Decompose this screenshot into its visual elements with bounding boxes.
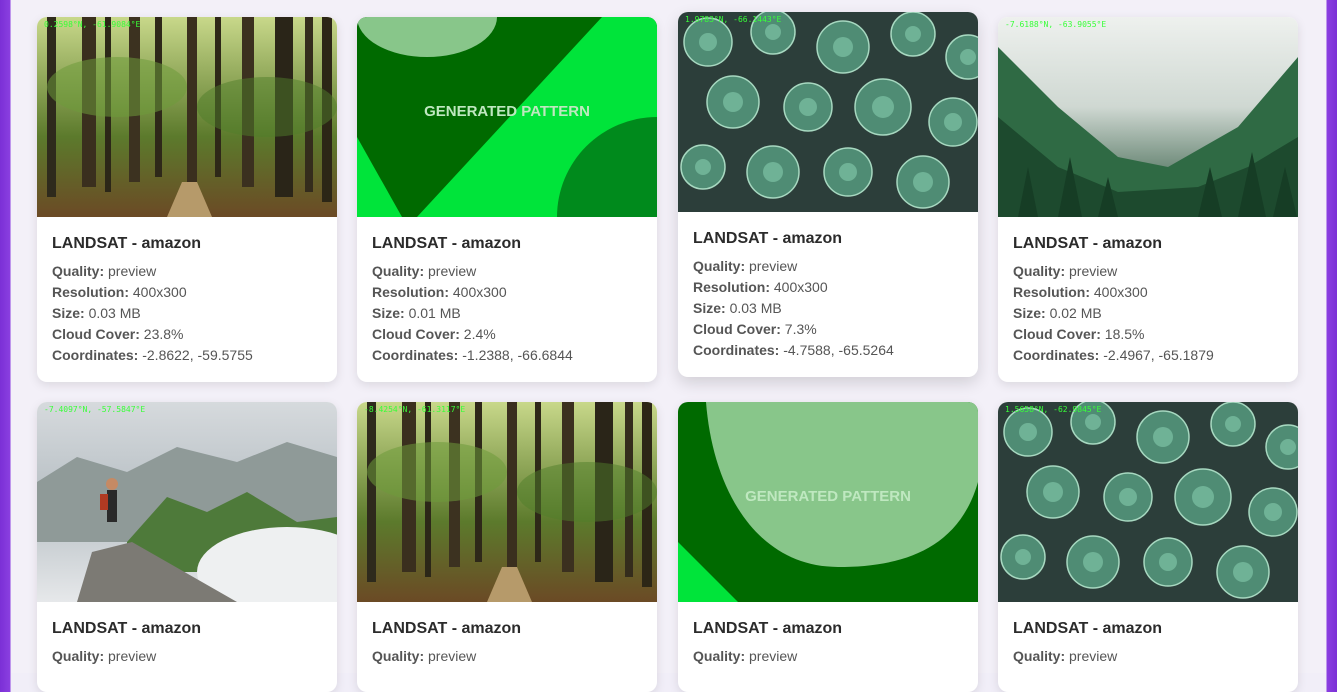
coordinates-value: -2.8622, -59.5755	[142, 347, 253, 363]
quality-label: Quality:	[52, 263, 105, 279]
card-title: LANDSAT - amazon	[693, 230, 843, 247]
size-value: 0.03 MB	[729, 300, 782, 316]
size-label: Size:	[52, 305, 85, 321]
resolution-value: 400x300	[773, 279, 828, 295]
image-grid-panel: 0.2598°N, -61.9084°E LANDSAT - amazon Qu…	[11, 0, 1326, 692]
resolution-value: 400x300	[1093, 284, 1148, 300]
quality-value: preview	[108, 263, 157, 279]
cloud-cover-value: 23.8%	[143, 326, 184, 342]
coordinates-label: Coordinates:	[52, 347, 139, 363]
cloud-cover-label: Cloud Cover:	[52, 326, 140, 342]
thumbnail-generated-pattern: GENERATED PATTERN	[678, 402, 978, 602]
coordinate-overlay: 0.2598°N, -61.9084°E	[44, 20, 141, 29]
image-card[interactable]: -7.4097°N, -57.5847°E LANDSAT - amazon Q…	[37, 402, 337, 692]
image-card[interactable]: 0.2598°N, -61.9084°E LANDSAT - amazon Qu…	[37, 17, 337, 382]
quality-label: Quality:	[1013, 263, 1066, 279]
quality-value: preview	[749, 258, 798, 274]
size-label: Size:	[372, 305, 405, 321]
card-title: LANDSAT - amazon	[372, 620, 522, 637]
card-title: LANDSAT - amazon	[52, 620, 202, 637]
image-card[interactable]: GENERATED PATTERN LANDSAT - amazon Quali…	[678, 402, 978, 692]
coordinates-label: Coordinates:	[1013, 347, 1100, 363]
size-value: 0.01 MB	[408, 305, 461, 321]
coordinate-overlay: 1.9783°N, -66.1443°E	[685, 15, 782, 24]
cloud-cover-value: 2.4%	[463, 326, 496, 342]
quality-label: Quality:	[693, 648, 746, 664]
resolution-value: 400x300	[132, 284, 187, 300]
resolution-label: Resolution:	[693, 279, 770, 295]
size-label: Size:	[693, 300, 726, 316]
coordinate-overlay: -7.6188°N, -63.9055°E	[1005, 20, 1107, 29]
size-value: 0.03 MB	[88, 305, 141, 321]
thumbnail-misty-forest: -7.6188°N, -63.9055°E	[998, 17, 1298, 217]
quality-value: preview	[428, 263, 477, 279]
resolution-label: Resolution:	[52, 284, 129, 300]
quality-value: preview	[108, 648, 157, 664]
coordinate-overlay: -7.4097°N, -57.5847°E	[44, 405, 146, 414]
thumbnail-forest-path: -8.4254°N, -61.3117°E	[357, 402, 657, 602]
image-card[interactable]: -8.4254°N, -61.3117°E LANDSAT - amazon Q…	[357, 402, 657, 692]
quality-label: Quality:	[372, 648, 425, 664]
thumbnail-forest-path: 0.2598°N, -61.9084°E	[37, 17, 337, 217]
coordinate-overlay: -8.4254°N, -61.3117°E	[364, 405, 466, 414]
coordinates-value: -4.7588, -65.5264	[783, 342, 894, 358]
cloud-cover-label: Cloud Cover:	[1013, 326, 1101, 342]
resolution-value: 400x300	[452, 284, 507, 300]
image-card[interactable]: 1.9783°N, -66.1443°E LANDSAT - amazon Qu…	[678, 12, 978, 377]
image-card[interactable]: -7.6188°N, -63.9055°E LANDSAT - amazon Q…	[998, 17, 1298, 382]
resolution-label: Resolution:	[1013, 284, 1090, 300]
quality-value: preview	[1069, 263, 1118, 279]
quality-label: Quality:	[1013, 648, 1066, 664]
coordinates-label: Coordinates:	[693, 342, 780, 358]
quality-label: Quality:	[693, 258, 746, 274]
generated-pattern-label: GENERATED PATTERN	[424, 103, 590, 120]
coordinates-label: Coordinates:	[372, 347, 459, 363]
card-title: LANDSAT - amazon	[1013, 235, 1163, 252]
thumbnail-succulents: 1.9783°N, -66.1443°E	[678, 12, 978, 212]
thumbnail-mountain-hiker: -7.4097°N, -57.5847°E	[37, 402, 337, 602]
card-title: LANDSAT - amazon	[372, 235, 522, 252]
card-title: LANDSAT - amazon	[1013, 620, 1163, 637]
thumbnail-succulents: 1.5658°N, -62.9845°E	[998, 402, 1298, 602]
size-value: 0.02 MB	[1049, 305, 1102, 321]
coordinates-value: -2.4967, -65.1879	[1103, 347, 1214, 363]
coordinate-overlay: 1.5658°N, -62.9845°E	[1005, 405, 1102, 414]
cloud-cover-value: 18.5%	[1104, 326, 1145, 342]
cloud-cover-label: Cloud Cover:	[693, 321, 781, 337]
quality-value: preview	[428, 648, 477, 664]
resolution-label: Resolution:	[372, 284, 449, 300]
size-label: Size:	[1013, 305, 1046, 321]
quality-label: Quality:	[372, 263, 425, 279]
thumbnail-generated-pattern: GENERATED PATTERN	[357, 17, 657, 217]
cloud-cover-value: 7.3%	[784, 321, 817, 337]
coordinates-value: -1.2388, -66.6844	[462, 347, 573, 363]
image-card[interactable]: 1.5658°N, -62.9845°E LANDSAT - amazon Qu…	[998, 402, 1298, 692]
card-title: LANDSAT - amazon	[52, 235, 202, 252]
quality-value: preview	[1069, 648, 1118, 664]
image-card[interactable]: GENERATED PATTERN LANDSAT - amazon Quali…	[357, 17, 657, 382]
quality-value: preview	[749, 648, 798, 664]
generated-pattern-label: GENERATED PATTERN	[745, 488, 911, 505]
card-title: LANDSAT - amazon	[693, 620, 843, 637]
quality-label: Quality:	[52, 648, 105, 664]
cloud-cover-label: Cloud Cover:	[372, 326, 460, 342]
